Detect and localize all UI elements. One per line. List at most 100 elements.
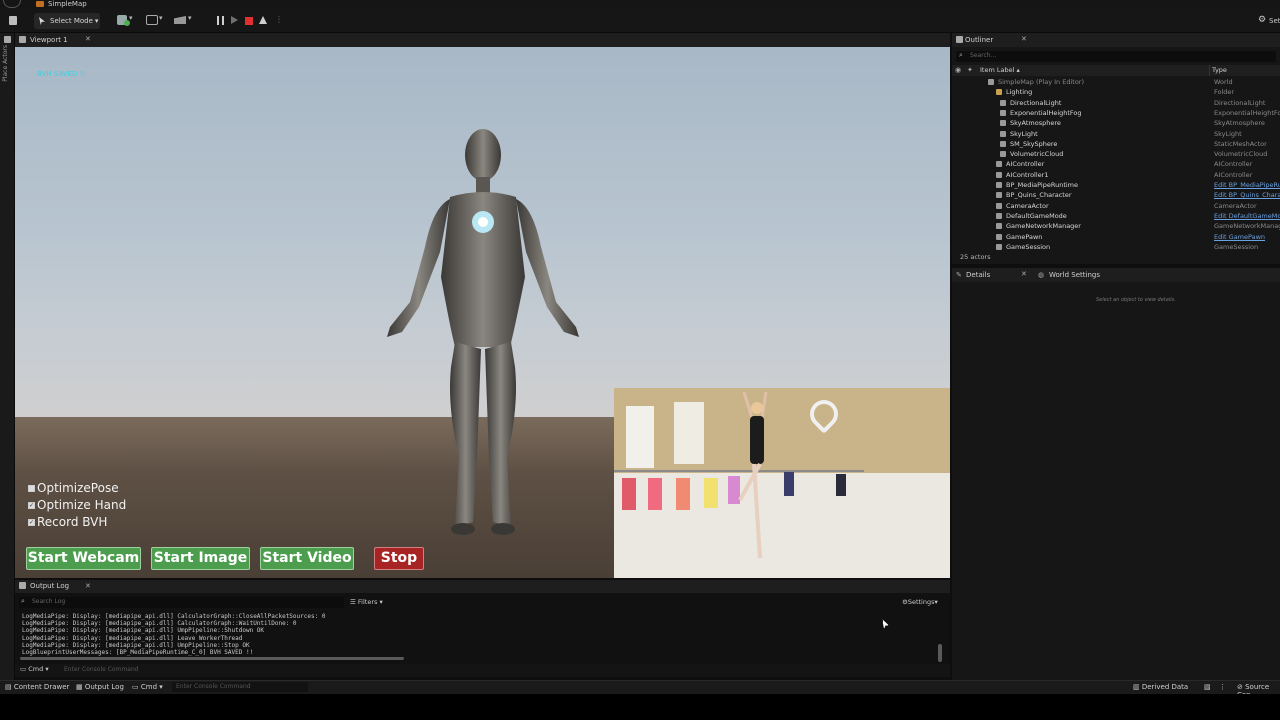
place-actors-tab[interactable]: Place Actors bbox=[2, 45, 9, 82]
outliner-item-label: SimpleMap (Play In Editor) bbox=[998, 78, 1085, 86]
checkbox-optimize-pose[interactable]: OptimizePose bbox=[28, 481, 119, 495]
outliner-item-label: AIController bbox=[1006, 160, 1045, 169]
outliner-row[interactable]: AIController1 AIController bbox=[952, 170, 1280, 180]
close-icon[interactable]: ✕ bbox=[85, 582, 91, 590]
outliner-item-label: BP_MediaPipeRuntime bbox=[1006, 181, 1079, 189]
tab-output-log[interactable]: Output Log bbox=[30, 580, 69, 593]
checkbox-label: Optimize Hand bbox=[37, 498, 127, 512]
actor-icon bbox=[996, 233, 1002, 240]
blueprint-icon[interactable] bbox=[146, 15, 158, 25]
log-search-input[interactable]: ⌕ Search Log bbox=[19, 597, 344, 608]
console-command-input[interactable]: Enter Console Command bbox=[64, 666, 139, 673]
log-settings-button[interactable]: ⚙Settings▾ bbox=[902, 598, 938, 606]
log-horizontal-scrollbar[interactable] bbox=[20, 657, 404, 660]
tab-details[interactable]: Details bbox=[966, 268, 990, 282]
more-options-icon[interactable]: ⋮ bbox=[275, 15, 283, 24]
chevron-down-icon[interactable]: ▾ bbox=[159, 14, 163, 22]
checkbox-box[interactable] bbox=[28, 484, 35, 492]
game-viewport[interactable]: BVH SAVED !! OptimizePose ✓ Optimize Hand… bbox=[15, 47, 950, 578]
close-icon[interactable]: ✕ bbox=[85, 35, 91, 43]
outliner-row[interactable]: CameraActor CameraActor bbox=[952, 201, 1280, 211]
outliner-row[interactable]: SkyAtmosphere SkyAtmosphere bbox=[952, 118, 1280, 128]
gear-icon[interactable]: ⚙ bbox=[1258, 15, 1266, 25]
log-line: LogMediaPipe: Display: [mediapipe_api.dl… bbox=[22, 641, 250, 649]
start-video-button[interactable]: Start Video bbox=[260, 547, 354, 570]
map-tab[interactable]: SimpleMap bbox=[36, 0, 87, 9]
console-row bbox=[15, 664, 950, 677]
outliner-row[interactable]: BP_MediaPipeRuntime Edit BP_MediaPipeRu bbox=[952, 180, 1280, 190]
outliner-item-label: SkyAtmosphere bbox=[1010, 119, 1061, 128]
pause-icon[interactable] bbox=[217, 16, 224, 25]
checkbox-optimize-hand[interactable]: ✓ Optimize Hand bbox=[28, 498, 126, 512]
check-icon[interactable]: ✓ bbox=[28, 518, 35, 526]
column-item-label[interactable]: Item Label ▴ bbox=[980, 66, 1020, 74]
edit-blueprint-link[interactable]: Edit BP_Quins_Chara bbox=[1214, 190, 1280, 200]
statusbar-cmd-dropdown[interactable]: ▭ Cmd ▾ bbox=[132, 683, 163, 691]
edit-blueprint-link[interactable]: Edit GamePawn bbox=[1214, 232, 1265, 242]
viewport-icon bbox=[19, 36, 26, 43]
outliner-item-label: ExponentialHeightFog bbox=[1010, 108, 1082, 117]
tab-viewport-1[interactable]: Viewport 1 bbox=[30, 33, 68, 47]
actor-icon bbox=[1000, 120, 1006, 127]
pin-icon[interactable]: ✦ bbox=[967, 66, 973, 74]
statusbar-console-input[interactable]: Enter Console Command bbox=[172, 682, 308, 692]
outliner-item-label: DirectionalLight bbox=[1010, 98, 1062, 107]
chevron-down-icon[interactable]: ▾ bbox=[129, 14, 133, 22]
outliner-row[interactable]: BP_Quins_Character Edit BP_Quins_Chara bbox=[952, 190, 1280, 200]
outliner-row[interactable]: ExponentialHeightFog ExponentialHeightFog bbox=[952, 108, 1280, 118]
tab-outliner[interactable]: Outliner bbox=[965, 33, 993, 47]
save-icon[interactable] bbox=[9, 16, 17, 25]
content-drawer-button[interactable]: ▤ Content Drawer bbox=[5, 683, 69, 691]
outliner-row[interactable]: SimpleMap (Play In Editor) World bbox=[952, 77, 1280, 87]
outliner-row[interactable]: DirectionalLight DirectionalLight bbox=[952, 98, 1280, 108]
outliner-row[interactable]: Lighting Folder bbox=[952, 87, 1280, 97]
column-type[interactable]: Type bbox=[1212, 66, 1227, 74]
tab-world-settings[interactable]: World Settings bbox=[1049, 268, 1100, 282]
stop-icon[interactable] bbox=[245, 17, 253, 25]
chevron-down-icon: ▾ bbox=[159, 683, 163, 691]
hanging-leotard bbox=[704, 478, 718, 508]
more-options-icon[interactable]: ⋮ bbox=[1219, 683, 1226, 691]
outliner-row[interactable]: VolumetricCloud VolumetricCloud bbox=[952, 149, 1280, 159]
place-actors-icon[interactable] bbox=[4, 36, 11, 43]
outliner-search-input[interactable]: ⌕ Search... bbox=[956, 51, 1276, 62]
eject-icon[interactable] bbox=[259, 16, 267, 24]
edit-blueprint-link[interactable]: Edit DefaultGameMo bbox=[1214, 211, 1280, 221]
eye-icon[interactable]: ◉ bbox=[955, 66, 961, 74]
cmd-dropdown[interactable]: ▭ Cmd ▾ bbox=[20, 665, 49, 673]
actor-icon bbox=[996, 212, 1002, 219]
notifications-icon[interactable]: ▧ bbox=[1204, 683, 1211, 691]
outliner-row[interactable]: GameSession GameSession bbox=[952, 242, 1280, 252]
actor-icon bbox=[996, 243, 1002, 250]
outliner-tabbar bbox=[952, 33, 1280, 47]
start-image-button[interactable]: Start Image bbox=[151, 547, 250, 570]
window-light bbox=[626, 406, 654, 468]
outliner-row[interactable]: DefaultGameMode Edit DefaultGameMo bbox=[952, 211, 1280, 221]
log-vertical-scrollbar[interactable] bbox=[938, 644, 942, 662]
column-divider[interactable] bbox=[1209, 65, 1210, 76]
settings-label[interactable]: Setti bbox=[1269, 17, 1280, 25]
step-frame-icon[interactable] bbox=[231, 16, 238, 24]
close-icon[interactable]: ✕ bbox=[1021, 35, 1027, 43]
outliner-row[interactable]: AIController AIController bbox=[952, 159, 1280, 169]
check-icon[interactable]: ✓ bbox=[28, 501, 35, 509]
outliner-row[interactable]: GameNetworkManager GameNetworkManage bbox=[952, 221, 1280, 231]
start-webcam-button[interactable]: Start Webcam bbox=[26, 547, 141, 570]
studio-floor bbox=[614, 473, 950, 578]
select-mode-label: Select Mode bbox=[50, 17, 93, 25]
checkbox-record-bvh[interactable]: ✓ Record BVH bbox=[28, 515, 107, 529]
filters-dropdown[interactable]: ☰ Filters ▾ bbox=[350, 598, 383, 606]
outliner-item-type: SkyLight bbox=[1214, 129, 1242, 138]
chevron-down-icon[interactable]: ▾ bbox=[188, 14, 192, 22]
derived-data-button[interactable]: ▥ Derived Data bbox=[1133, 683, 1188, 691]
edit-blueprint-link[interactable]: Edit BP_MediaPipeRu bbox=[1214, 180, 1280, 190]
outliner-row[interactable]: GamePawn Edit GamePawn bbox=[952, 232, 1280, 242]
outliner-row[interactable]: SM_SkySphere StaticMeshActor bbox=[952, 139, 1280, 149]
stop-button[interactable]: Stop bbox=[374, 547, 424, 570]
actor-icon bbox=[1000, 109, 1006, 116]
output-log-button[interactable]: ▦ Output Log bbox=[76, 683, 124, 691]
select-mode-button[interactable]: Select Mode ▾ bbox=[34, 13, 100, 29]
outliner-item-label: VolumetricCloud bbox=[1010, 150, 1064, 159]
outliner-row[interactable]: SkyLight SkyLight bbox=[952, 129, 1280, 139]
close-icon[interactable]: ✕ bbox=[1021, 270, 1027, 278]
